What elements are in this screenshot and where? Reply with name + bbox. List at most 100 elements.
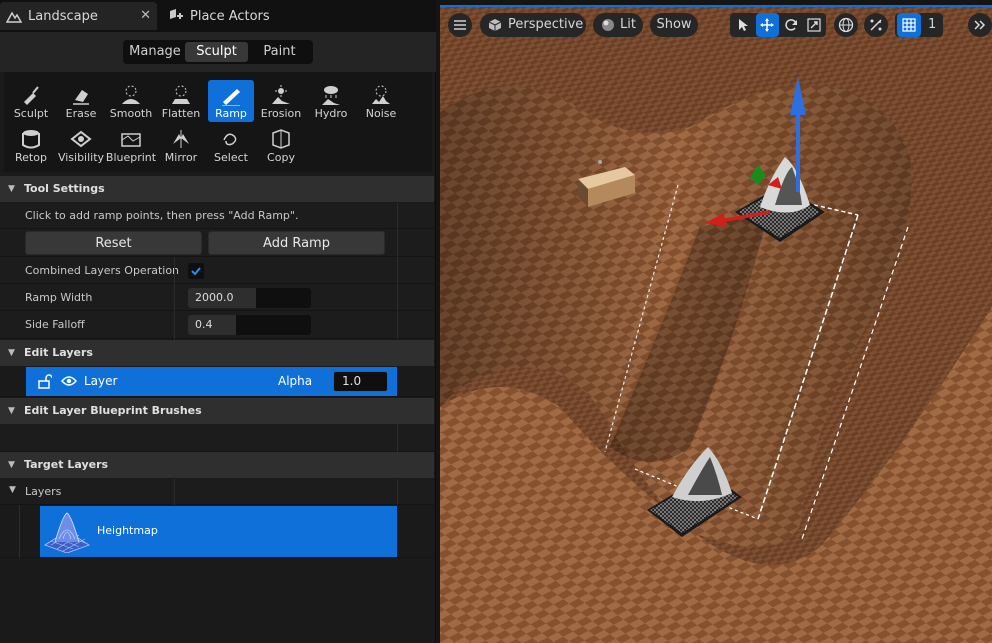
divider	[397, 479, 398, 505]
side-falloff-value: 0.4	[195, 318, 213, 331]
mode-manage[interactable]: Manage	[125, 42, 185, 62]
divider	[397, 257, 398, 284]
tool-label: Copy	[267, 151, 295, 164]
section-blueprint-brushes[interactable]: ▼ Edit Layer Blueprint Brushes	[0, 398, 434, 424]
add-ramp-button[interactable]: Add Ramp	[208, 231, 385, 255]
rotate-icon	[785, 19, 797, 31]
divider	[397, 203, 398, 229]
smooth-icon	[122, 85, 140, 104]
tool-label: Noise	[365, 107, 397, 120]
retop-icon	[22, 130, 40, 149]
divider	[174, 311, 175, 339]
show-button[interactable]: Show	[650, 13, 698, 37]
tool-smooth[interactable]: Smooth	[108, 80, 154, 122]
perspective-label: Perspective	[508, 17, 584, 32]
select-mode-button[interactable]	[732, 13, 756, 37]
ramp-width-value: 2000.0	[195, 291, 234, 304]
section-title: Target Layers	[24, 458, 109, 471]
tool-retop[interactable]: Retop	[8, 124, 54, 166]
tab-place-actors[interactable]: Place Actors	[162, 2, 312, 30]
viewport-menu-button[interactable]	[448, 13, 472, 37]
erosion-icon	[272, 85, 290, 104]
reset-button[interactable]: Reset	[25, 231, 202, 255]
layers-header-row[interactable]: ▼ Layers	[0, 479, 434, 505]
double-chevron-right-icon	[974, 20, 986, 30]
divider	[397, 284, 398, 311]
mode-sculpt[interactable]: Sculpt	[185, 42, 248, 62]
mode-selector: Manage Sculpt Paint	[123, 40, 313, 64]
tab-bar: Landscape ✕ Place Actors	[0, 0, 436, 32]
combined-checkbox[interactable]	[188, 263, 204, 279]
lit-label: Lit	[620, 17, 636, 32]
tool-label: Erase	[65, 107, 97, 120]
tool-sculpt[interactable]: Sculpt	[8, 80, 54, 122]
tool-mirror[interactable]: Mirror	[158, 124, 204, 166]
tool-label: Select	[214, 151, 248, 164]
close-icon[interactable]: ✕	[140, 8, 151, 23]
tool-copy[interactable]: Copy	[258, 124, 304, 166]
cursor-icon	[738, 19, 748, 31]
grid-snap-group: 1	[895, 13, 943, 37]
side-falloff-label: Side Falloff	[25, 318, 85, 331]
tool-visibility[interactable]: Visibility	[58, 124, 104, 166]
lit-button[interactable]: Lit	[593, 13, 643, 37]
surface-snap-button[interactable]	[864, 13, 888, 37]
translate-mode-button[interactable]	[755, 13, 779, 37]
hydro-icon	[322, 86, 340, 105]
tool-palette: Sculpt Erase Smooth Flatten Ramp Erosion…	[4, 72, 432, 172]
tool-flatten[interactable]: Flatten	[158, 80, 204, 122]
tool-erosion[interactable]: Erosion	[258, 80, 304, 122]
section-tool-settings[interactable]: ▼ Tool Settings	[0, 176, 434, 202]
flatten-icon	[172, 85, 190, 104]
mode-paint[interactable]: Paint	[248, 42, 311, 62]
heightmap-row[interactable]: Heightmap	[40, 506, 397, 557]
world-local-button[interactable]	[834, 13, 858, 37]
button-row: Reset Add Ramp	[0, 229, 434, 257]
select-icon	[223, 133, 237, 146]
divider	[174, 284, 175, 311]
eye-icon[interactable]	[61, 375, 77, 387]
tab-label: Landscape	[28, 8, 98, 24]
scale-icon	[807, 18, 821, 32]
snap-icon	[870, 19, 882, 31]
chevron-down-icon: ▼	[8, 460, 15, 470]
viewport-more-button[interactable]	[968, 13, 992, 37]
layer-name: Layer	[84, 374, 118, 388]
checkmark-icon	[191, 267, 201, 276]
tab-label: Place Actors	[190, 8, 270, 24]
tool-label: Flatten	[161, 107, 201, 120]
landscape-icon	[6, 8, 22, 24]
tab-landscape[interactable]: Landscape ✕	[0, 2, 157, 30]
grid-snap-toggle[interactable]	[897, 13, 921, 37]
grid-icon	[902, 18, 916, 32]
rotate-mode-button[interactable]	[779, 13, 803, 37]
tool-select[interactable]: Select	[208, 124, 254, 166]
move-icon	[760, 18, 775, 32]
chevron-down-icon: ▼	[8, 406, 15, 416]
grid-snap-value[interactable]: 1	[928, 13, 936, 37]
erase-icon	[73, 90, 89, 105]
layer-row[interactable]: Layer Alpha 1.0	[26, 367, 397, 396]
section-target-layers[interactable]: ▼ Target Layers	[0, 452, 434, 478]
ramp-width-label: Ramp Width	[25, 291, 93, 304]
landscape-scene[interactable]	[440, 7, 992, 643]
heightmap-icon	[44, 512, 90, 553]
tool-ramp[interactable]: Ramp	[208, 80, 254, 122]
alpha-input[interactable]: 1.0	[333, 371, 388, 392]
tool-label: Retop	[15, 151, 47, 164]
unlock-icon[interactable]	[38, 374, 52, 389]
tool-erase[interactable]: Erase	[58, 80, 104, 122]
tool-label: Ramp	[215, 107, 247, 120]
side-falloff-input[interactable]: 0.4	[188, 315, 311, 335]
tool-hydro[interactable]: Hydro	[308, 80, 354, 122]
scale-mode-button[interactable]	[803, 13, 827, 37]
section-edit-layers[interactable]: ▼ Edit Layers	[0, 340, 434, 366]
perspective-button[interactable]: Perspective	[480, 13, 586, 37]
tool-blueprint[interactable]: Blueprint	[106, 124, 156, 166]
tool-label: Smooth	[109, 107, 153, 120]
hamburger-icon	[454, 20, 466, 30]
tool-noise[interactable]: Noise	[358, 80, 404, 122]
level-viewport[interactable]: Perspective Lit Show 1	[440, 5, 992, 643]
ramp-width-input[interactable]: 2000.0	[188, 288, 311, 308]
chevron-down-icon: ▼	[8, 348, 15, 358]
